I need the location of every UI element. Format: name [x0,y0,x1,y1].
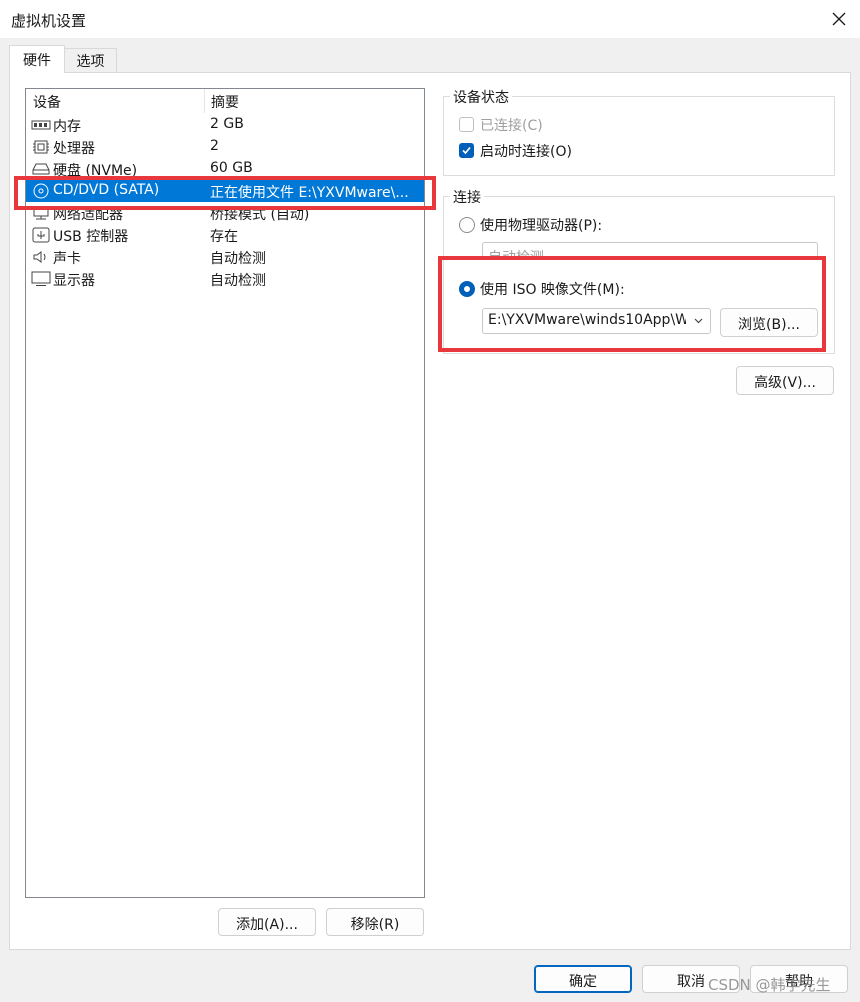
processor-icon [33,140,49,154]
checkmark-icon [462,146,471,155]
device-name: 内存 [53,119,81,135]
device-row-sound-card[interactable]: 声卡 自动检测 [26,246,424,268]
usb-icon [32,227,50,243]
physical-drive-label: 使用物理驱动器(P): [480,218,603,234]
annotation-highlight-device [14,176,436,210]
connection-title: 连接 [450,187,484,207]
device-summary: 自动检测 [210,273,266,289]
annotation-highlight-iso [438,256,826,352]
device-status-title: 设备状态 [450,87,512,107]
device-name: USB 控制器 [53,229,129,245]
sound-card-icon [33,251,46,263]
close-button[interactable] [818,0,860,38]
title-bar: 虚拟机设置 [0,0,860,38]
connect-at-power-on-checkbox[interactable] [459,143,474,158]
close-icon [832,12,846,26]
remove-button[interactable]: 移除(R) [326,908,424,936]
tab-options[interactable]: 选项 [65,48,117,72]
memory-icon [31,120,51,130]
connected-label: 已连接(C) [480,118,543,134]
device-row-processor[interactable]: 处理器 2 [26,136,424,158]
connected-checkbox[interactable] [459,117,474,132]
connect-at-power-on-label: 启动时连接(O) [480,144,572,160]
device-name: 声卡 [53,251,81,267]
device-summary: 2 [210,138,219,154]
column-header-device[interactable]: 设备 [26,89,204,113]
ok-button[interactable]: 确定 [534,965,632,993]
tab-hardware[interactable]: 硬件 [9,45,65,73]
column-header-summary[interactable]: 摘要 [204,89,424,113]
hard-disk-icon [32,163,50,175]
physical-drive-radio[interactable] [459,217,475,233]
add-button[interactable]: 添加(A)... [218,908,316,936]
display-icon [31,271,51,286]
device-row-usb-controller[interactable]: USB 控制器 存在 [26,224,424,246]
device-name: 处理器 [53,141,95,157]
watermark: CSDN @韩学先生 [708,976,831,994]
device-row-display[interactable]: 显示器 自动检测 [26,268,424,290]
device-summary: 自动检测 [210,251,266,267]
device-summary: 2 GB [210,116,244,132]
device-summary: 60 GB [210,160,253,176]
device-status-group [443,96,835,176]
advanced-button[interactable]: 高级(V)... [736,366,834,395]
device-summary: 存在 [210,229,238,245]
window-title: 虚拟机设置 [11,12,87,30]
device-row-memory[interactable]: 内存 2 GB [26,114,424,136]
device-name: 显示器 [53,273,95,289]
